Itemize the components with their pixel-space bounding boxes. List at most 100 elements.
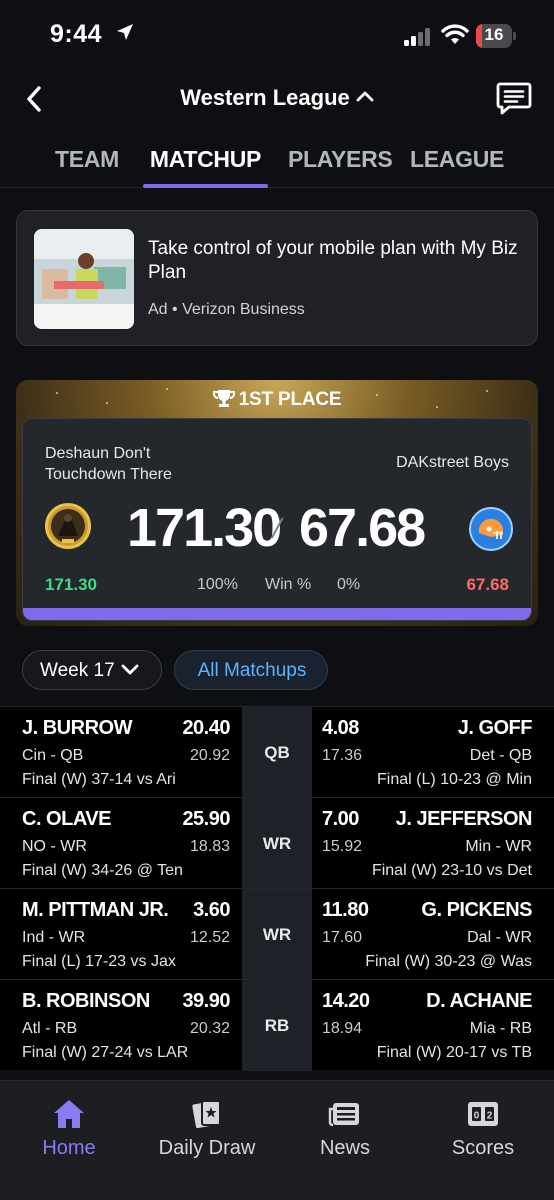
right-player-projection: 15.92 <box>322 838 363 855</box>
tab-team[interactable]: TEAM <box>48 146 126 173</box>
chat-icon[interactable] <box>494 78 534 118</box>
status-bar: 9:44 16 <box>0 0 554 72</box>
left-win-pct: 100% <box>197 576 238 593</box>
tab-matchup[interactable]: MATCHUP <box>143 146 268 173</box>
left-player-points: 25.90 <box>182 808 230 830</box>
nav-home[interactable]: Home <box>0 1097 138 1160</box>
left-player-team: Ind - WR <box>22 929 86 946</box>
active-tab-indicator <box>143 184 268 188</box>
right-player-game: Final (W) 20-17 vs TB <box>376 1044 532 1061</box>
right-player-points: 7.00 <box>322 808 359 830</box>
clock-text: 9:44 <box>50 20 103 48</box>
ad-headline: Take control of your mobile plan with My… <box>148 238 518 283</box>
matchup-scoreboard[interactable]: 1ST PLACE Deshaun Don't Touchdown There … <box>16 380 538 626</box>
position-label: WR <box>262 925 292 944</box>
clock: 9:44 <box>50 20 134 49</box>
battery-icon: 16 <box>476 24 516 48</box>
left-player-game: Final (W) 27-24 vs LAR <box>22 1044 189 1061</box>
left-player-game: Final (W) 37-14 vs Ari <box>22 771 176 788</box>
right-team-name: DAKstreet Boys <box>396 454 509 471</box>
player-row[interactable]: B. ROBINSON 39.90 Atl - RB 20.32 Final (… <box>0 979 554 1071</box>
right-player-team: Min - WR <box>465 838 532 855</box>
right-player-points: 11.80 <box>322 899 369 921</box>
right-player-projection: 17.36 <box>322 747 363 764</box>
left-team-name: Deshaun Don't Touchdown There <box>45 445 172 483</box>
ad-image <box>34 229 134 329</box>
right-player-name[interactable]: D. ACHANE <box>426 990 532 1013</box>
win-pct-label: Win % <box>265 576 312 593</box>
right-player-game: Final (L) 10-23 @ Min <box>377 771 532 788</box>
league-switcher[interactable]: Western League <box>0 85 554 111</box>
place-text: 1ST PLACE <box>238 389 342 410</box>
nav-news-label: News <box>319 1137 370 1159</box>
cell-signal-icon <box>404 28 434 46</box>
left-player-name[interactable]: M. PITTMAN JR. <box>22 899 169 922</box>
position-label: WR <box>262 834 292 853</box>
left-team-avatar[interactable] <box>45 503 91 549</box>
left-player-team: Cin - QB <box>22 747 84 764</box>
right-player-projection: 17.60 <box>322 929 363 946</box>
left-player-points: 20.40 <box>182 717 230 739</box>
right-player-name[interactable]: G. PICKENS <box>421 899 532 922</box>
left-player-team: NO - WR <box>22 838 87 855</box>
tab-league[interactable]: LEAGUE <box>410 146 504 173</box>
left-score-small: 171.30 <box>45 575 97 594</box>
position-label: RB <box>264 1016 290 1035</box>
top-header: Western League <box>0 72 554 128</box>
week-selector[interactable]: Week 17 <box>22 650 162 690</box>
right-player-game: Final (W) 23-10 vs Det <box>371 862 532 879</box>
right-player-points: 4.08 <box>322 717 359 739</box>
all-matchups-button[interactable]: All Matchups <box>174 650 328 690</box>
nav-home-label: Home <box>42 1137 96 1159</box>
ad-sponsor: Ad • Verizon Business <box>148 301 305 318</box>
right-player-name[interactable]: J. JEFFERSON <box>396 808 533 831</box>
right-player-points: 14.20 <box>322 990 370 1012</box>
nav-daily-draw[interactable]: Daily Draw <box>138 1097 276 1160</box>
position-label: QB <box>264 743 290 762</box>
left-player-game: Final (W) 34-26 @ Ten <box>22 862 183 879</box>
right-team-avatar[interactable] <box>469 507 513 551</box>
chevron-down-icon <box>121 664 139 675</box>
player-row[interactable]: J. BURROW 20.40 Cin - QB 20.92 Final (W)… <box>0 706 554 798</box>
left-player-projection: 20.92 <box>189 747 230 764</box>
location-arrow-icon <box>116 24 133 40</box>
news-icon <box>328 1103 359 1127</box>
scoreboard-icon: 0 2 <box>468 1102 498 1126</box>
nav-scores-label: Scores <box>451 1137 515 1159</box>
left-player-name[interactable]: J. BURROW <box>22 717 132 740</box>
tab-players[interactable]: PLAYERS <box>288 146 393 173</box>
battery-level: 16 <box>484 25 504 44</box>
player-row[interactable]: M. PITTMAN JR. 3.60 Ind - WR 12.52 Final… <box>0 888 554 980</box>
left-player-points: 39.90 <box>182 990 230 1012</box>
right-player-team: Mia - RB <box>469 1020 532 1037</box>
nav-news[interactable]: News <box>276 1097 414 1160</box>
score-card: Deshaun Don't Touchdown There DAKstreet … <box>22 418 532 621</box>
right-player-game: Final (W) 30-23 @ Was <box>365 953 532 970</box>
nav-daily-draw-label: Daily Draw <box>158 1137 256 1159</box>
right-player-projection: 18.94 <box>322 1020 363 1037</box>
left-player-name[interactable]: B. ROBINSON <box>22 990 150 1013</box>
chevron-up-icon <box>356 91 374 102</box>
right-player-team: Dal - WR <box>467 929 532 946</box>
bottom-nav: Home Daily Draw News 0 2 Scores <box>0 1080 554 1200</box>
left-player-projection: 20.32 <box>189 1020 230 1037</box>
tab-bar: TEAM MATCHUP PLAYERS LEAGUE <box>0 132 554 188</box>
all-matchups-label: All Matchups <box>197 660 307 681</box>
left-player-projection: 12.52 <box>189 929 230 946</box>
svg-text:0: 0 <box>474 1111 480 1122</box>
wifi-icon <box>441 24 469 44</box>
trophy-icon <box>212 390 235 407</box>
left-player-projection: 18.83 <box>189 838 230 855</box>
league-title: Western League <box>180 85 350 110</box>
right-player-name[interactable]: J. GOFF <box>458 717 533 740</box>
left-player-team: Atl - RB <box>22 1020 78 1037</box>
left-player-game: Final (L) 17-23 vs Jax <box>22 953 176 970</box>
ad-banner[interactable]: Take control of your mobile plan with My… <box>16 210 538 346</box>
nav-scores[interactable]: 0 2 Scores <box>414 1097 552 1160</box>
right-score-small: 67.68 <box>466 575 509 594</box>
win-probability-bar <box>23 608 531 620</box>
left-player-name[interactable]: C. OLAVE <box>22 808 111 831</box>
home-icon <box>54 1100 84 1128</box>
cards-icon <box>192 1100 221 1129</box>
player-row[interactable]: C. OLAVE 25.90 NO - WR 18.83 Final (W) 3… <box>0 797 554 889</box>
